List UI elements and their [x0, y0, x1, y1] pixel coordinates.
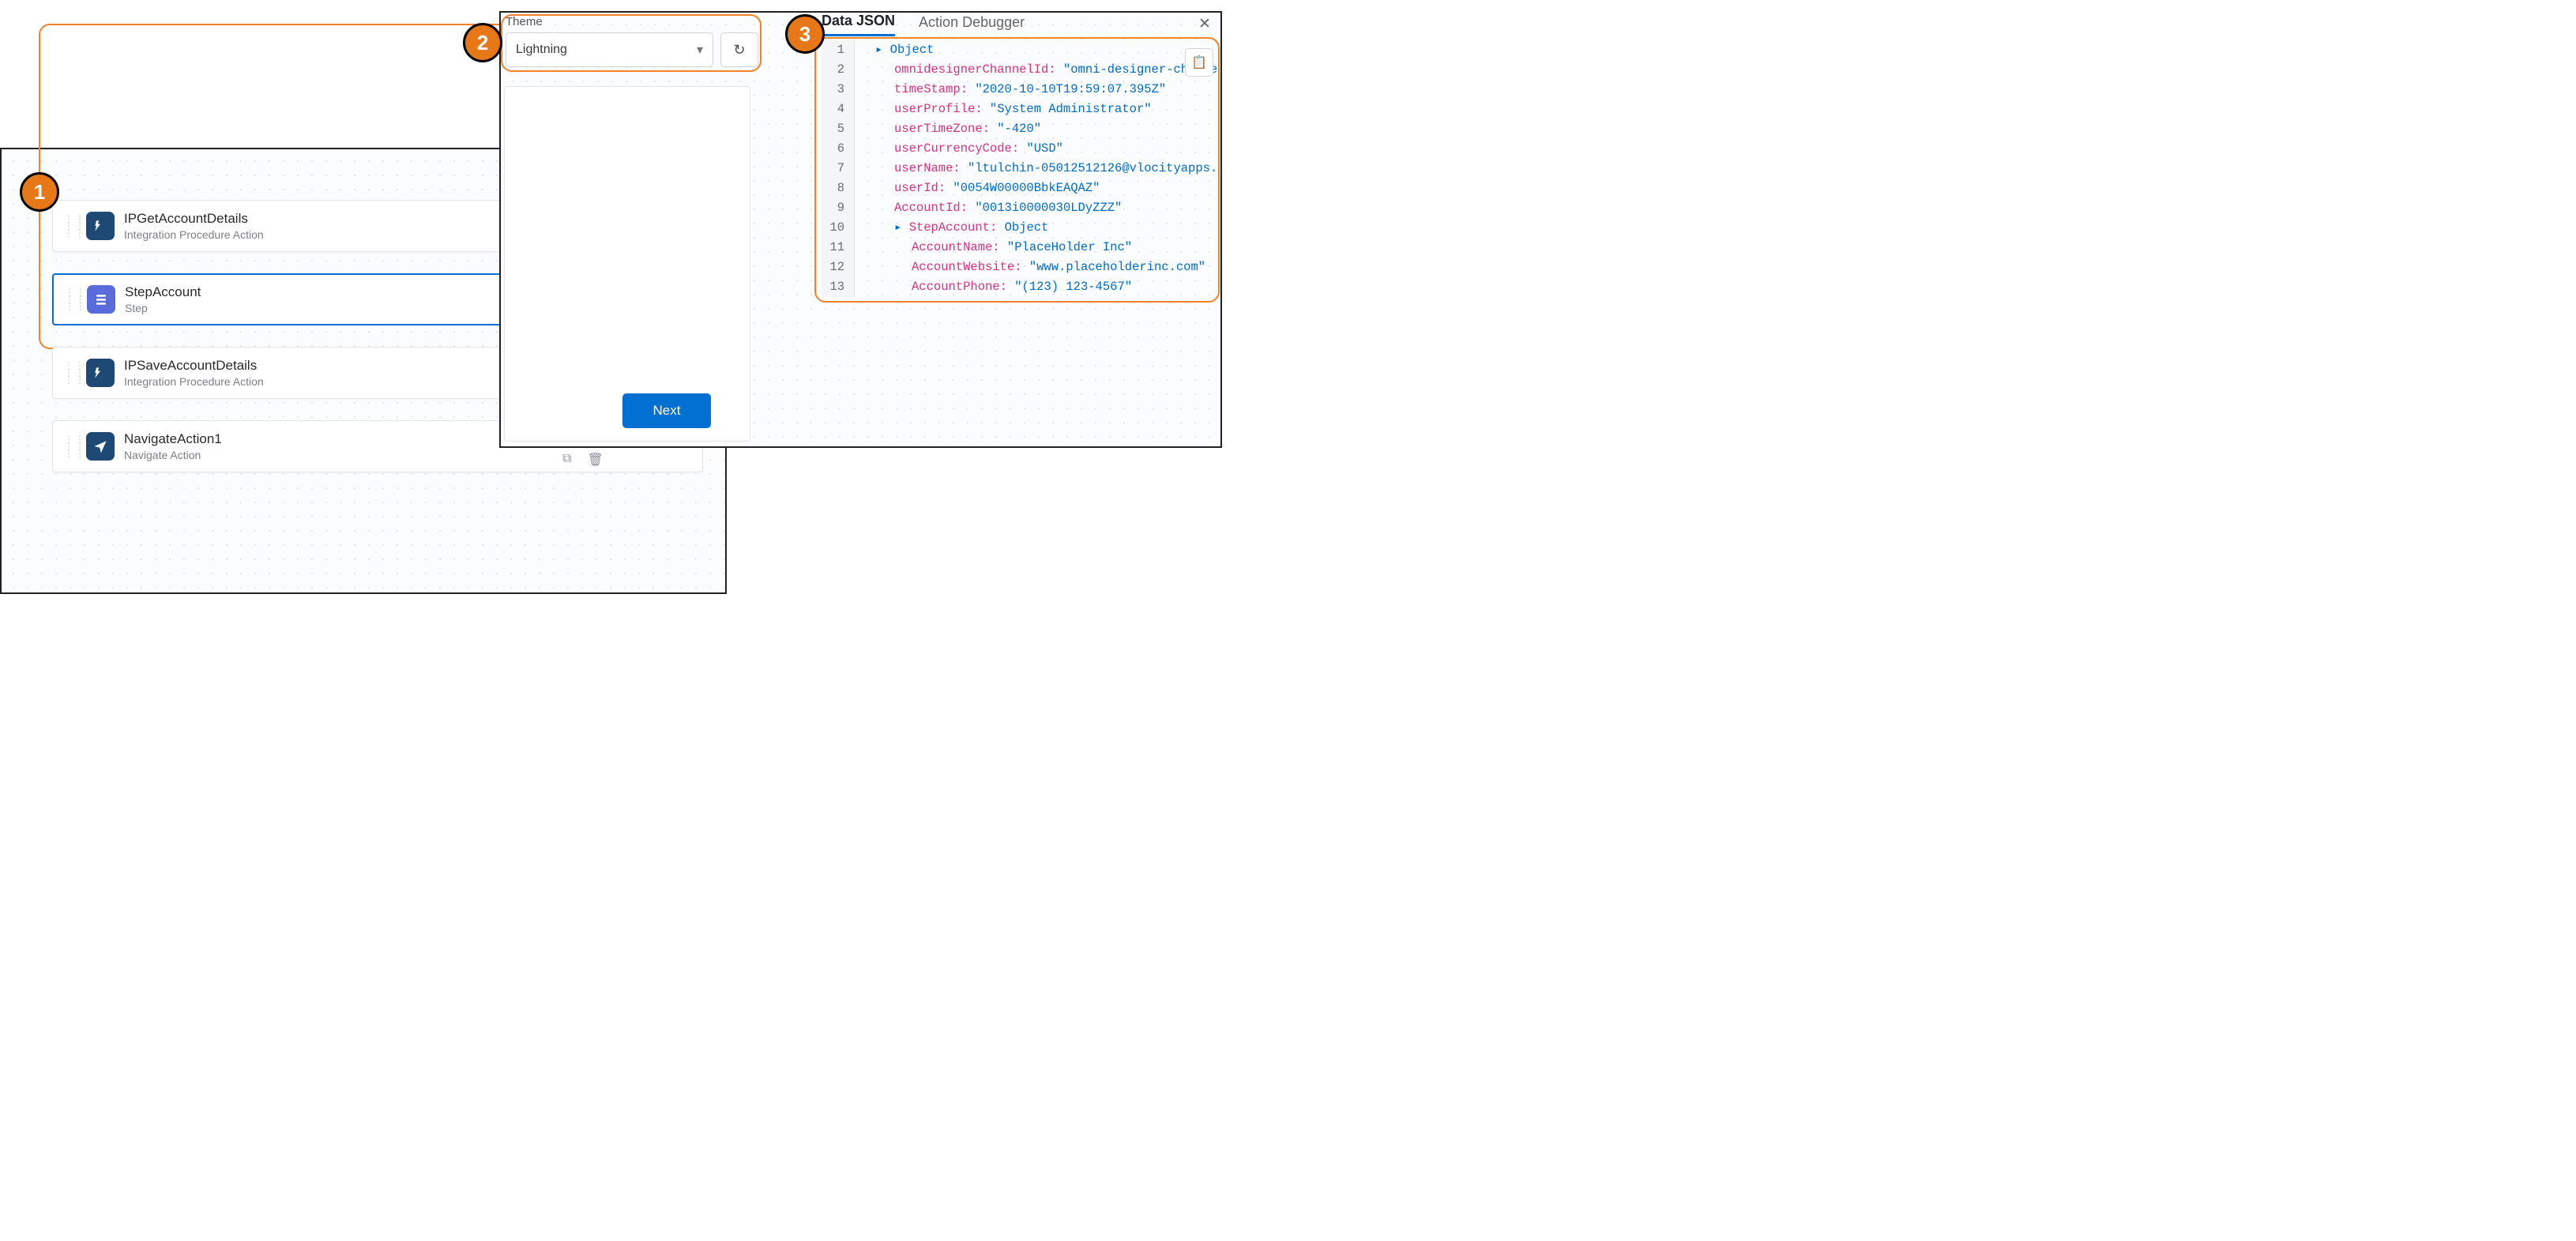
preview-card: [504, 86, 750, 442]
line-number: 9: [822, 198, 855, 218]
integration-procedure-icon: [86, 359, 115, 387]
line-code: userTimeZone: "-420": [855, 119, 1041, 139]
drag-handle-icon[interactable]: ⋮⋮⋮⋮⋮⋮: [64, 436, 81, 457]
tab-data-json[interactable]: Data JSON: [822, 13, 895, 36]
line-code: AccountName: "PlaceHolder Inc": [855, 238, 1132, 258]
line-number: 10: [822, 218, 855, 238]
json-line[interactable]: 3timeStamp: "2020-10-10T19:59:07.395Z": [822, 80, 1218, 100]
json-line[interactable]: 13AccountPhone: "(123) 123-4567": [822, 277, 1218, 297]
callout-badge-3: 3: [785, 14, 825, 54]
step-title: IPSaveAccountDetails: [124, 358, 264, 374]
line-number: 2: [822, 60, 855, 80]
chevron-down-icon: ▾: [697, 42, 703, 58]
step-title: StepAccount: [125, 284, 201, 300]
line-code: AccountPhone: "(123) 123-4567": [855, 277, 1132, 297]
line-number: 12: [822, 258, 855, 277]
line-number: 8: [822, 179, 855, 198]
line-number: 5: [822, 119, 855, 139]
line-number: 13: [822, 277, 855, 297]
integration-procedure-icon: [86, 212, 115, 240]
line-code: ▸ Object: [855, 40, 934, 60]
line-code: timeStamp: "2020-10-10T19:59:07.395Z": [855, 80, 1166, 100]
json-line[interactable]: 7userName: "ltulchin-05012512126@vlocity…: [822, 159, 1218, 179]
line-number: 7: [822, 159, 855, 179]
close-icon[interactable]: ✕: [1198, 15, 1211, 33]
json-line[interactable]: 9AccountId: "0013i0000030LDyZZZ": [822, 198, 1218, 218]
theme-label: Theme: [506, 15, 543, 28]
json-viewer[interactable]: 1▸ Object2omnidesignerChannelId: "omni-d…: [822, 40, 1218, 298]
line-code: omnidesignerChannelId: "omni-designer-ch…: [855, 60, 1217, 80]
line-code: AccountWebsite: "www.placeholderinc.com": [855, 258, 1205, 277]
step-subtitle: Navigate Action: [124, 449, 222, 461]
navigate-icon: [86, 432, 115, 461]
line-code: userCurrencyCode: "USD": [855, 139, 1063, 159]
step-subtitle: Integration Procedure Action: [124, 375, 264, 388]
callout-badge-2: 2: [463, 23, 502, 62]
delete-icon[interactable]: 🗑: [587, 452, 603, 468]
line-code: ▸ StepAccount: Object: [855, 218, 1048, 238]
json-line[interactable]: 6userCurrencyCode: "USD": [822, 139, 1218, 159]
step-subtitle: Integration Procedure Action: [124, 228, 264, 241]
drag-handle-icon[interactable]: ⋮⋮⋮⋮⋮⋮: [65, 289, 82, 310]
theme-select[interactable]: Lightning ▾: [506, 32, 713, 67]
line-code: userId: "0054W00000BbkEAQAZ": [855, 179, 1100, 198]
copy-to-clipboard-button[interactable]: 📋: [1185, 48, 1213, 77]
line-number: 4: [822, 100, 855, 119]
callout-badge-1: 1: [20, 172, 59, 212]
clipboard-icon: 📋: [1191, 55, 1207, 70]
line-code: userProfile: "System Administrator": [855, 100, 1152, 119]
refresh-icon: ↻: [733, 42, 745, 58]
line-code: userName: "ltulchin-05012512126@vlocitya…: [855, 159, 1217, 179]
theme-select-value: Lightning: [516, 43, 567, 57]
drag-handle-icon[interactable]: ⋮⋮⋮⋮⋮⋮: [64, 363, 81, 384]
refresh-button[interactable]: ↻: [720, 32, 758, 67]
json-line[interactable]: 5userTimeZone: "-420": [822, 119, 1218, 139]
next-button[interactable]: Next: [622, 393, 711, 428]
card-action-icons: ⧉ 🗑: [562, 452, 604, 468]
step-title: NavigateAction1: [124, 431, 222, 447]
step-subtitle: Step: [125, 302, 201, 314]
line-number: 1: [822, 40, 855, 60]
line-code: AccountId: "0013i0000030LDyZZZ": [855, 198, 1122, 218]
drag-handle-icon[interactable]: ⋮⋮⋮⋮⋮⋮: [64, 216, 81, 237]
json-line[interactable]: 11AccountName: "PlaceHolder Inc": [822, 238, 1218, 258]
json-line[interactable]: 2omnidesignerChannelId: "omni-designer-c…: [822, 60, 1218, 80]
step-icon: [87, 285, 115, 314]
tab-action-debugger[interactable]: Action Debugger: [919, 14, 1025, 36]
line-number: 6: [822, 139, 855, 159]
line-number: 11: [822, 238, 855, 258]
json-line[interactable]: 1▸ Object: [822, 40, 1218, 60]
line-number: 3: [822, 80, 855, 100]
json-line[interactable]: 8userId: "0054W00000BbkEAQAZ": [822, 179, 1218, 198]
duplicate-icon[interactable]: ⧉: [562, 452, 571, 468]
json-line[interactable]: 12AccountWebsite: "www.placeholderinc.co…: [822, 258, 1218, 277]
json-line[interactable]: 4userProfile: "System Administrator": [822, 100, 1218, 119]
step-title: IPGetAccountDetails: [124, 211, 264, 227]
json-line[interactable]: 10▸ StepAccount: Object: [822, 218, 1218, 238]
